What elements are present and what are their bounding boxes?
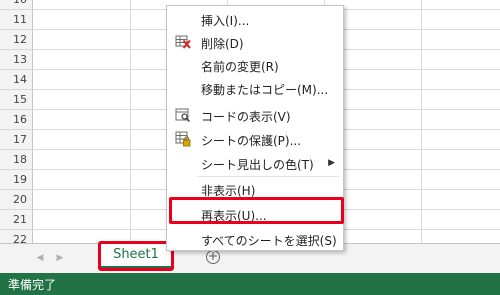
status-text: 準備完了	[8, 278, 57, 292]
row-header-14[interactable]: 14	[0, 70, 33, 90]
menu-item-label: シート見出しの色(T)	[201, 158, 314, 172]
row-header-19[interactable]: 19	[0, 170, 33, 190]
column-gridline	[421, 0, 422, 243]
scroll-right-icon[interactable]: ▶	[54, 251, 66, 265]
menu-item-label: すべてのシートを選択(S)	[201, 234, 337, 248]
menu-item-insert[interactable]: 挿入(I)...	[167, 9, 343, 29]
delete-table-icon	[175, 34, 191, 50]
menu-item-label: 移動またはコピー(M)...	[201, 83, 329, 97]
menu-item-protect-sheet[interactable]: シートの保護(P)...	[167, 129, 343, 149]
menu-item-label: 名前の変更(R)	[201, 60, 279, 74]
row-header-18[interactable]: 18	[0, 150, 33, 170]
menu-item-rename[interactable]: 名前の変更(R)	[167, 55, 343, 75]
menu-separator	[197, 176, 339, 177]
menu-item-label: 挿入(I)...	[201, 14, 250, 28]
menu-item-select-all-sheets[interactable]: すべてのシートを選択(S)	[167, 229, 343, 249]
menu-item-label: シートの保護(P)...	[201, 134, 302, 148]
menu-item-move-or-copy[interactable]: 移動またはコピー(M)...	[167, 78, 343, 98]
menu-item-hide[interactable]: 非表示(H)	[167, 179, 343, 199]
row-header-10[interactable]: 10	[0, 0, 33, 10]
row-header-11[interactable]: 11	[0, 10, 33, 30]
row-header-17[interactable]: 17	[0, 130, 33, 150]
menu-item-label: コードの表示(V)	[201, 110, 291, 124]
status-bar: 準備完了	[0, 273, 500, 295]
protect-sheet-icon	[175, 131, 191, 147]
menu-item-delete[interactable]: 削除(D)	[167, 32, 343, 52]
submenu-arrow-icon: ▶	[328, 158, 335, 168]
column-gridline	[130, 0, 131, 243]
new-sheet-icon[interactable]: +	[206, 250, 220, 264]
row-header-21[interactable]: 21	[0, 210, 33, 230]
tab-highlight-box	[98, 241, 174, 271]
row-header-13[interactable]: 13	[0, 50, 33, 70]
unhide-highlight-box	[169, 197, 344, 224]
row-header-20[interactable]: 20	[0, 190, 33, 210]
menu-item-label: 削除(D)	[201, 37, 244, 51]
row-header-15[interactable]: 15	[0, 90, 33, 110]
scroll-left-icon[interactable]: ◀	[34, 251, 46, 265]
menu-item-view-code[interactable]: コードの表示(V)	[167, 105, 343, 125]
row-header-12[interactable]: 12	[0, 30, 33, 50]
row-header-16[interactable]: 16	[0, 110, 33, 130]
row-header-22[interactable]: 22	[0, 230, 33, 243]
menu-item-tab-color[interactable]: シート見出しの色(T) ▶	[167, 153, 343, 173]
view-code-icon	[175, 107, 191, 123]
